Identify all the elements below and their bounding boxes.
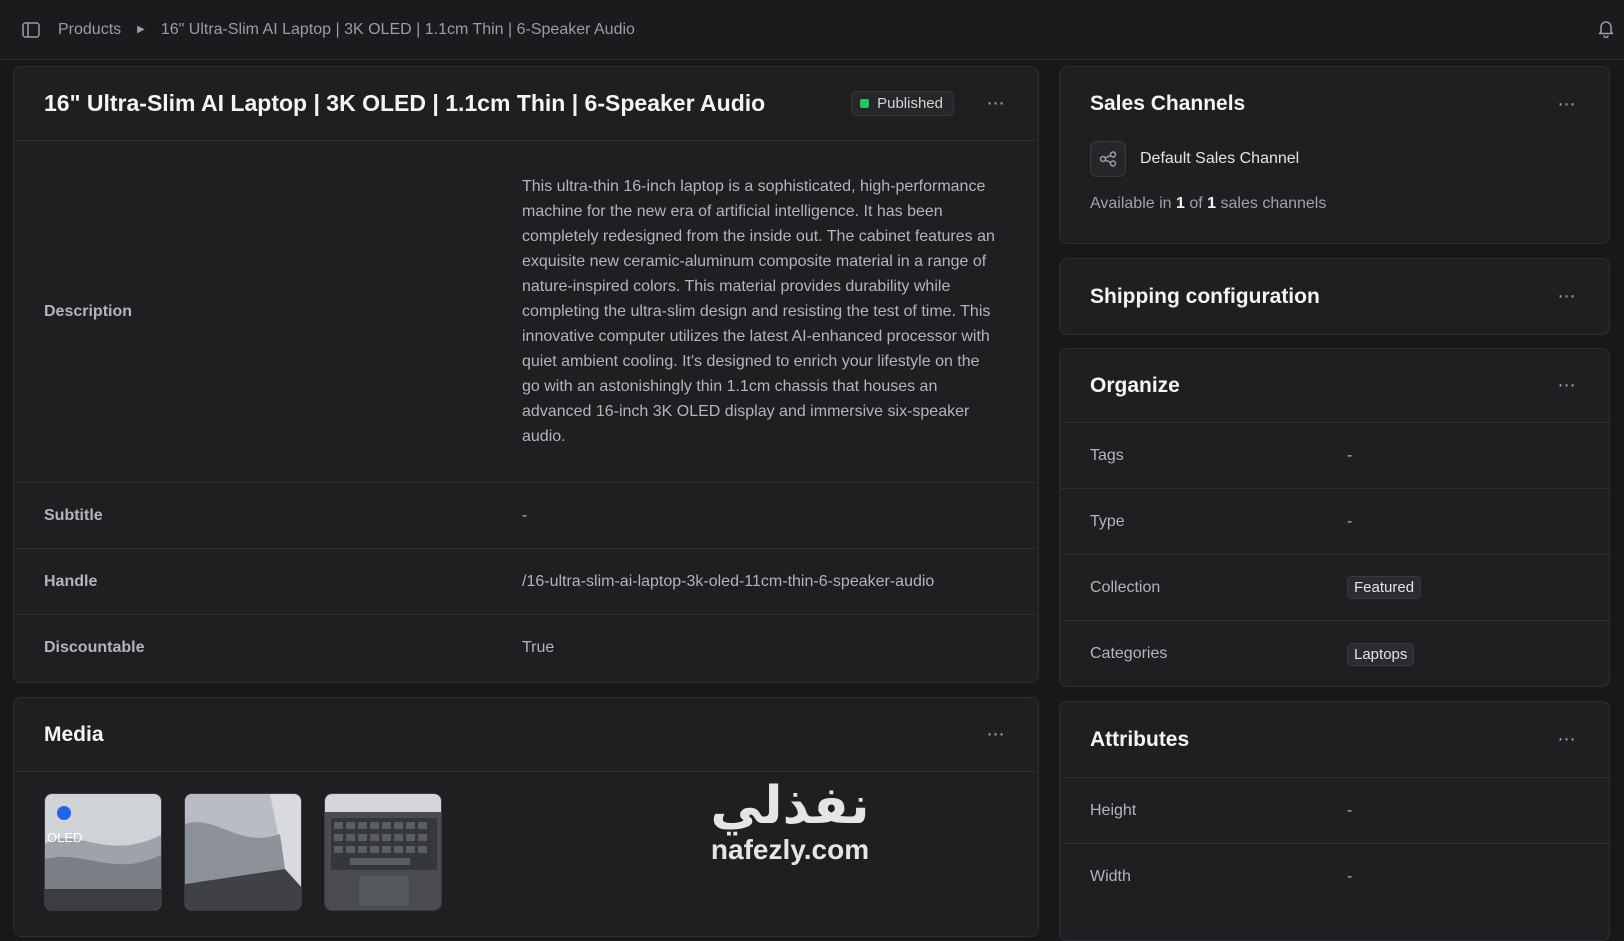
media-header: Media ⋯ [14,698,1038,772]
categories-badge[interactable]: Laptops [1347,642,1415,666]
product-actions-menu-icon[interactable]: ⋯ [984,92,1008,116]
height-label: Height [1090,801,1137,819]
channel-share-icon [1090,141,1126,177]
discountable-label: Discountable [44,639,145,656]
organize-title: Organize [1090,373,1180,397]
organize-card: Organize ⋯ Tags - Type - Collection Feat… [1059,348,1610,687]
bell-icon[interactable] [1596,18,1618,40]
tags-row: Tags - [1060,423,1609,489]
watermark-logo: نفذلي nafezly.com [690,778,890,866]
avail-count: 1 [1176,195,1185,212]
type-row: Type - [1060,489,1609,555]
product-title: 16" Ultra-Slim AI Laptop | 3K OLED | 1.1… [44,90,766,116]
media-thumbnail-2[interactable] [184,793,302,911]
categories-label: Categories [1090,645,1168,662]
sales-channel-item: Default Sales Channel [1060,141,1609,177]
description-value: This ultra-thin 16-inch laptop is a soph… [522,178,995,445]
media-thumbnail-3[interactable] [324,793,442,911]
categories-row: Categories Laptops [1060,621,1609,686]
status-badge: Published [851,91,954,116]
sales-channels-title: Sales Channels [1090,92,1246,115]
collection-row: Collection Featured [1060,555,1609,621]
sidebar-toggle-icon[interactable] [20,19,42,41]
channel-name: Default Sales Channel [1140,150,1300,167]
subtitle-row: Subtitle - [14,483,1038,549]
collection-badge[interactable]: Featured [1347,576,1422,599]
width-label: Width [1090,868,1131,885]
status-dot [860,99,870,108]
handle-label: Handle [44,572,98,590]
sales-channels-header: Sales Channels ⋯ [1060,67,1609,141]
product-general-card: 16" Ultra-Slim AI Laptop | 3K OLED | 1.1… [13,66,1039,683]
sales-channels-card: Sales Channels ⋯ Default Sales Channel A… [1059,66,1610,244]
avail-of: of [1189,195,1203,212]
breadcrumb: Products ▶ 16" Ultra-Slim AI Laptop | 3K… [58,21,635,39]
handle-row: Handle /16-ultra-slim-ai-laptop-3k-oled-… [14,549,1038,615]
height-value: - [1347,801,1353,819]
shipping-configuration-card: Shipping configuration ⋯ [1059,258,1610,335]
organize-menu-icon[interactable]: ⋯ [1555,374,1579,398]
collection-label: Collection [1090,578,1161,596]
sales-channels-availability: Available in 1 of 1 sales channels [1060,195,1609,213]
subtitle-label: Subtitle [44,506,103,524]
top-bar: Products ▶ 16" Ultra-Slim AI Laptop | 3K… [0,0,1624,60]
description-label: Description [44,302,133,320]
discountable-row: Discountable True [14,615,1038,681]
thumbnail-oled-text: OLED [47,830,83,845]
attributes-menu-icon[interactable]: ⋯ [1555,728,1579,752]
shipping-header: Shipping configuration ⋯ [1060,259,1609,334]
breadcrumb-current[interactable]: 16" Ultra-Slim AI Laptop | 3K OLED | 1.1… [161,21,635,39]
attributes-header: Attributes ⋯ [1060,702,1609,778]
attributes-title: Attributes [1090,727,1190,751]
watermark-latin: nafezly.com [710,834,870,865]
shipping-menu-icon[interactable]: ⋯ [1555,285,1579,309]
height-row: Height - [1060,778,1609,844]
avail-prefix: Available in [1090,195,1172,212]
status-label: Published [877,95,943,112]
type-label: Type [1090,512,1125,530]
media-thumbnail-1[interactable]: OLED [44,793,162,911]
breadcrumb-separator-icon: ▶ [137,24,145,35]
width-value: - [1347,868,1353,885]
organize-header: Organize ⋯ [1060,349,1609,423]
width-row: Width - [1060,844,1609,910]
subtitle-value: - [522,506,528,524]
attributes-card: Attributes ⋯ Height - Width - [1059,701,1610,941]
description-row: Description This ultra-thin 16-inch lapt… [14,141,1038,483]
breadcrumb-products[interactable]: Products [58,21,121,39]
media-title: Media [44,722,104,746]
product-header: 16" Ultra-Slim AI Laptop | 3K OLED | 1.1… [14,67,1038,141]
avail-suffix: sales channels [1220,195,1327,212]
tags-label: Tags [1090,446,1124,464]
type-value: - [1347,512,1353,530]
watermark-arabic: نفذلي [710,777,870,835]
tags-value: - [1347,446,1353,464]
media-actions-menu-icon[interactable]: ⋯ [984,723,1008,747]
sales-channels-menu-icon[interactable]: ⋯ [1555,92,1579,116]
discountable-value: True [522,639,555,656]
handle-value: /16-ultra-slim-ai-laptop-3k-oled-11cm-th… [522,572,935,590]
shipping-title: Shipping configuration [1090,284,1320,308]
avail-total: 1 [1207,195,1217,212]
